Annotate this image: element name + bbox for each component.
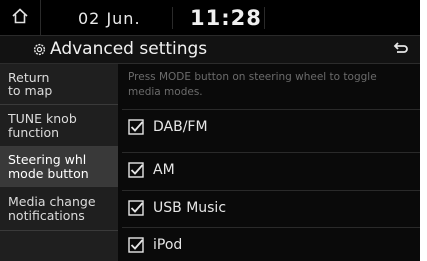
sidebar-item-tune-knob-function[interactable]: TUNE knob function (0, 105, 118, 147)
checkbox-checked-icon[interactable] (128, 199, 144, 216)
sidebar-item-label: function (8, 124, 60, 140)
sidebar-item-label: mode button (8, 165, 89, 181)
option-label: DAB/FM (153, 118, 208, 135)
status-date: 02 Jun. (78, 9, 141, 28)
back-button[interactable] (380, 36, 420, 64)
description-line: Press MODE button on steering wheel to t… (128, 71, 377, 83)
checkbox-checked-icon[interactable] (128, 236, 144, 253)
back-arrow-icon (392, 41, 408, 60)
home-icon (11, 8, 29, 28)
mode-description: Press MODE button on steering wheel to t… (128, 70, 418, 100)
sidebar-item-label: Steering whl (8, 152, 87, 167)
infotainment-screen: 02 Jun. 11:28 Advanced settings Return t… (0, 0, 420, 261)
status-divider (264, 7, 265, 29)
checkbox-checked-icon[interactable] (128, 118, 144, 135)
option-label: iPod (153, 236, 183, 253)
gear-icon (32, 42, 47, 61)
sidebar-item-label: Media change (8, 194, 96, 209)
option-label: USB Music (153, 199, 227, 216)
sidebar-item-label: TUNE knob (8, 111, 77, 126)
sidebar-item-return-to-map[interactable]: Return to map (0, 64, 118, 105)
sidebar-item-label: Return (8, 69, 50, 85)
description-line: media modes. (128, 86, 203, 98)
status-divider (172, 7, 173, 29)
sidebar-item-media-change-notifications[interactable]: Media change notifications (0, 187, 118, 231)
option-dab-fm[interactable]: DAB/FM (122, 109, 420, 143)
status-time: 11:28 (190, 6, 262, 30)
sidebar-item-steering-whl-mode-button[interactable]: Steering whl mode button (0, 147, 118, 187)
option-usb-music[interactable]: USB Music (122, 190, 420, 224)
sidebar-item-label: notifications (8, 207, 85, 223)
option-ipod[interactable]: iPod (122, 227, 420, 261)
status-bar: 02 Jun. 11:28 (0, 0, 420, 36)
sidebar-item-label: to map (8, 83, 53, 98)
home-button[interactable] (0, 0, 41, 36)
option-am[interactable]: AM (122, 152, 420, 186)
checkbox-checked-icon[interactable] (128, 161, 144, 178)
option-label: AM (153, 161, 175, 178)
page-title: Advanced settings (50, 39, 208, 59)
page-margin (420, 0, 427, 261)
sidebar: Return to map TUNE knob function Steerin… (0, 64, 118, 261)
